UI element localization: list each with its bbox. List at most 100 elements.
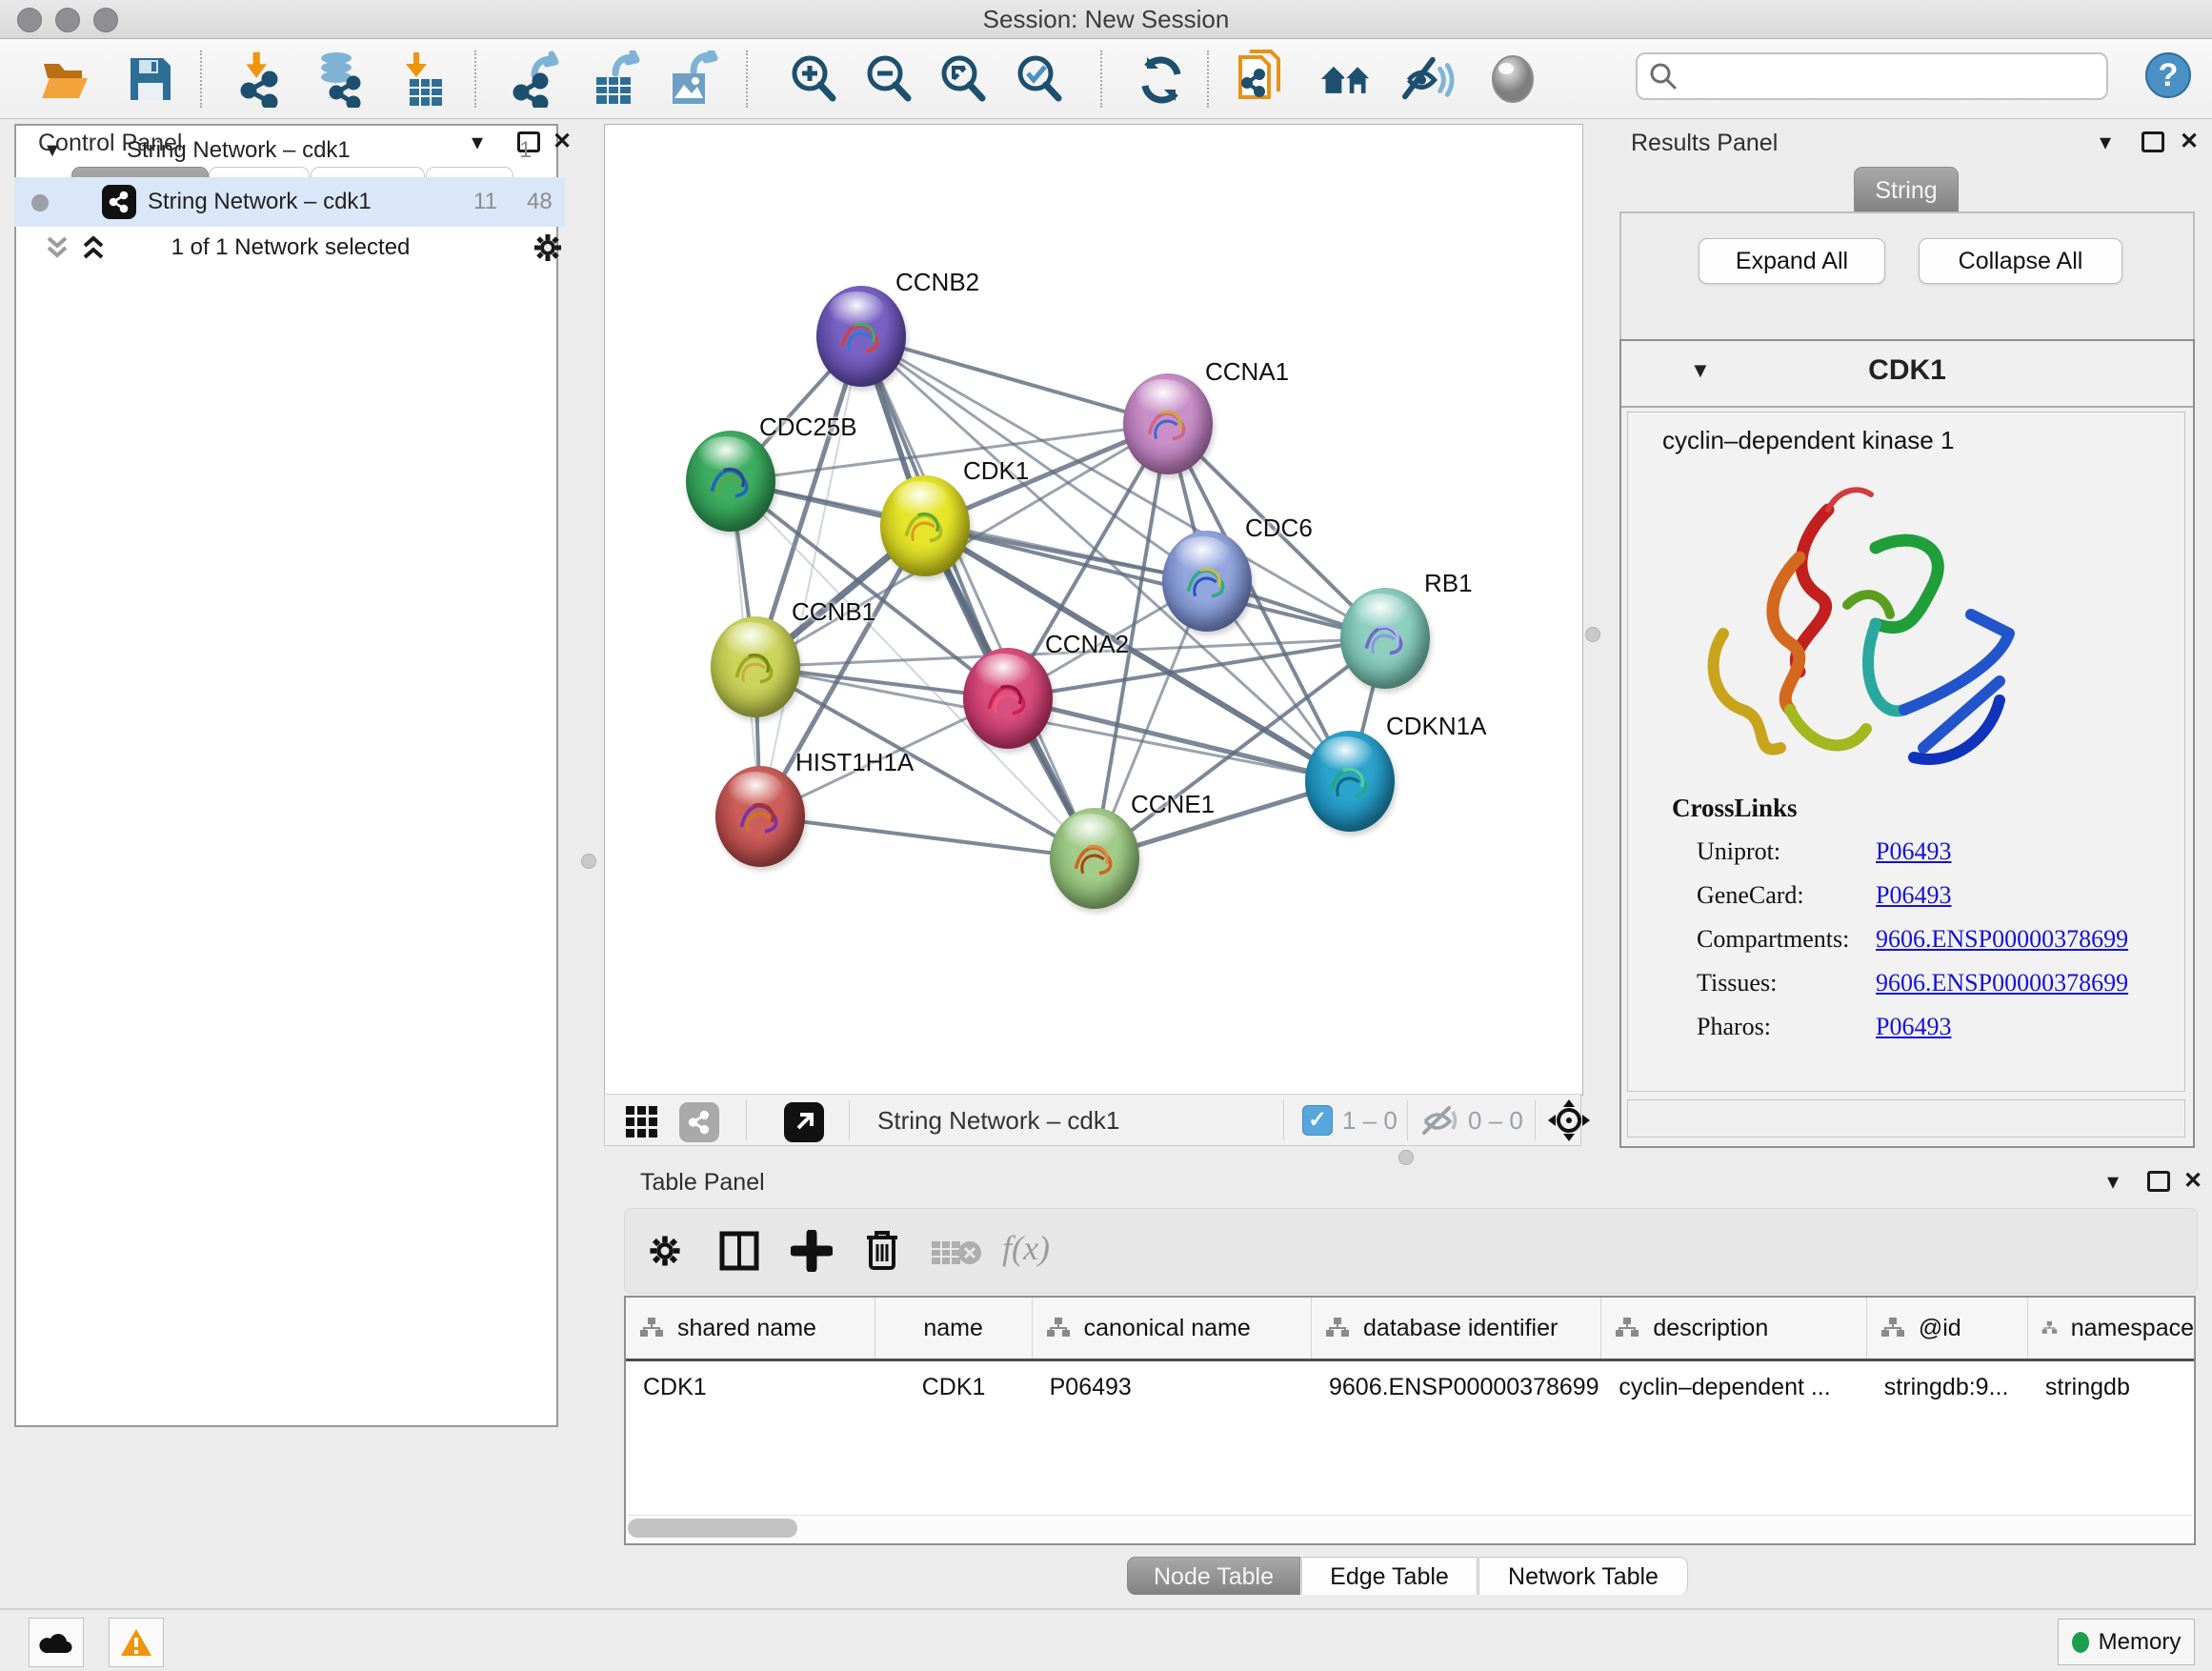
panel-menu-icon[interactable]: ▾ <box>2107 1171 2119 1194</box>
node-label: RB1 <box>1424 569 1473 598</box>
cell-description[interactable]: cyclin–dependent ... <box>1601 1374 1866 1401</box>
panel-close-icon[interactable]: ✕ <box>2183 1170 2202 1193</box>
export-network-icon[interactable] <box>512 51 565 107</box>
delete-column-icon[interactable] <box>861 1228 903 1274</box>
crosslink-link[interactable]: 9606.ENSP00000378699 <box>1876 925 2128 954</box>
scrollbar-thumb[interactable] <box>628 1519 797 1538</box>
export-image-icon[interactable] <box>667 51 720 107</box>
network-node-CCNB1[interactable] <box>711 616 800 717</box>
search-input[interactable] <box>1636 52 2108 100</box>
memory-button[interactable]: Memory <box>2058 1619 2195 1665</box>
zoom-in-icon[interactable] <box>787 51 840 107</box>
hidden-eye-icon <box>1420 1104 1458 1137</box>
grid-view-icon[interactable] <box>624 1104 660 1140</box>
crosslink-link[interactable]: P06493 <box>1876 1013 1951 1041</box>
import-network-from-database-icon[interactable] <box>313 51 367 107</box>
network-node-CCNB2[interactable] <box>816 286 906 387</box>
table-settings-gear-icon[interactable] <box>646 1232 684 1270</box>
column-header-description[interactable]: description <box>1601 1298 1866 1359</box>
show-columns-icon[interactable] <box>718 1230 760 1272</box>
network-node-CCNA2[interactable] <box>963 648 1053 749</box>
panel-float-icon[interactable] <box>2147 1171 2170 1192</box>
node-label: CDC25B <box>759 413 857 442</box>
crosslink-link[interactable]: P06493 <box>1876 881 1951 910</box>
zoom-selected-icon[interactable] <box>1013 51 1066 107</box>
network-view-canvas[interactable]: CCNB2 CCNA1 CDC25B CDK1 CDC6 RB1 CCNB1 <box>604 124 1583 1096</box>
left-splitter-handle[interactable] <box>581 854 596 869</box>
warning-button[interactable] <box>109 1618 164 1667</box>
protein-structure <box>1324 755 1376 809</box>
crosslink-link[interactable]: P06493 <box>1876 837 1951 866</box>
save-session-icon[interactable] <box>124 51 177 107</box>
import-table-icon[interactable] <box>398 51 452 107</box>
tab-edge-table[interactable]: Edge Table <box>1301 1557 1478 1595</box>
network-node-CDC25B[interactable] <box>686 431 775 532</box>
birds-eye-view-icon[interactable] <box>784 1102 824 1142</box>
tab-string[interactable]: String <box>1854 167 1959 212</box>
protein-name: CDK1 <box>1621 354 2193 387</box>
cell-database-identifier[interactable]: 9606.ENSP00000378699 <box>1312 1374 1601 1401</box>
export-table-icon[interactable] <box>591 51 644 107</box>
results-scroll-area: ▼ CDK1 cyclin–dependent kinase 1 CrossLi… <box>1619 339 2195 1148</box>
status-bar: Memory <box>0 1608 2212 1671</box>
network-node-CDKN1A[interactable] <box>1305 731 1395 832</box>
homes-icon[interactable] <box>1319 51 1373 107</box>
table-row[interactable]: CDK1 CDK1 P06493 9606.ENSP00000378699 cy… <box>626 1361 2194 1413</box>
right-splitter-handle[interactable] <box>1585 627 1600 642</box>
eye-sphere-icon[interactable] <box>1486 51 1539 107</box>
tab-node-table[interactable]: Node Table <box>1127 1557 1300 1595</box>
collapse-all-button[interactable]: Collapse All <box>1919 238 2122 284</box>
toolbar-separator <box>1207 50 1209 108</box>
share-view-icon[interactable] <box>679 1102 719 1142</box>
panel-menu-icon[interactable]: ▾ <box>2100 131 2111 154</box>
protein-structure <box>1359 613 1411 666</box>
selected-nodes-checkbox[interactable]: ✓ <box>1302 1105 1333 1136</box>
cell-name[interactable]: CDK1 <box>875 1374 1033 1401</box>
cloud-button[interactable] <box>29 1618 84 1667</box>
crosslink-link[interactable]: 9606.ENSP00000378699 <box>1876 969 2128 997</box>
network-node-CCNE1[interactable] <box>1050 808 1139 909</box>
network-node-HIST1H1A[interactable] <box>715 766 805 867</box>
zoom-out-icon[interactable] <box>862 51 915 107</box>
import-network-icon[interactable] <box>233 51 287 107</box>
column-header-shared-name[interactable]: shared name <box>626 1298 875 1359</box>
protein-group-header[interactable]: ▼ CDK1 <box>1621 341 2193 408</box>
column-header-canonical-name[interactable]: canonical name <box>1033 1298 1312 1359</box>
cell-shared-name[interactable]: CDK1 <box>626 1374 875 1401</box>
expand-all-button[interactable]: Expand All <box>1699 238 1885 284</box>
toolbar-separator <box>1100 50 1102 108</box>
hide-eye-icon[interactable] <box>1401 51 1455 107</box>
refresh-icon[interactable] <box>1135 51 1188 107</box>
export-to-web-icon[interactable] <box>1235 51 1288 107</box>
table-horizontal-scrollbar[interactable] <box>628 1515 2192 1540</box>
delete-table-icon[interactable] <box>932 1238 981 1268</box>
cell-namespace[interactable]: stringdb <box>2028 1374 2194 1401</box>
network-node-CCNA1[interactable] <box>1123 373 1213 474</box>
function-builder-icon[interactable]: f(x) <box>1002 1228 1050 1268</box>
tab-network-table[interactable]: Network Table <box>1478 1557 1688 1595</box>
network-collection-row[interactable]: ▼ String Network – cdk1 1 <box>14 126 565 175</box>
network-node-CDK1[interactable] <box>880 475 970 576</box>
help-icon[interactable]: ? <box>2143 50 2193 105</box>
tree-expand-icon[interactable]: ▼ <box>43 126 62 175</box>
panel-close-icon[interactable]: ✕ <box>2180 131 2199 153</box>
toolbar-separator <box>200 50 202 108</box>
cell-canonical-name[interactable]: P06493 <box>1033 1374 1312 1401</box>
results-scrollbar-track[interactable] <box>1627 1099 2185 1137</box>
column-header-name[interactable]: name <box>875 1298 1033 1359</box>
cell-at-id[interactable]: stringdb:9... <box>1867 1374 2028 1401</box>
network-row-selected[interactable]: String Network – cdk1 11 48 <box>14 177 565 227</box>
add-column-icon[interactable] <box>791 1230 833 1272</box>
open-file-icon[interactable] <box>39 51 92 107</box>
network-node-CDC6[interactable] <box>1162 531 1252 632</box>
zoom-fit-icon[interactable] <box>936 51 990 107</box>
column-header-namespace[interactable]: namespace <box>2028 1298 2194 1359</box>
column-header-at-id[interactable]: @id <box>1867 1298 2028 1359</box>
fit-content-crosshair-icon[interactable] <box>1548 1099 1590 1141</box>
string-app-icon <box>102 185 136 219</box>
column-header-database-identifier[interactable]: database identifier <box>1312 1298 1601 1359</box>
network-node-RB1[interactable] <box>1340 588 1430 689</box>
network-list: ▼ String Network – cdk1 1 String Network… <box>14 124 558 1427</box>
panel-float-icon[interactable] <box>2142 131 2164 152</box>
network-options-gear-icon[interactable] <box>531 231 565 265</box>
